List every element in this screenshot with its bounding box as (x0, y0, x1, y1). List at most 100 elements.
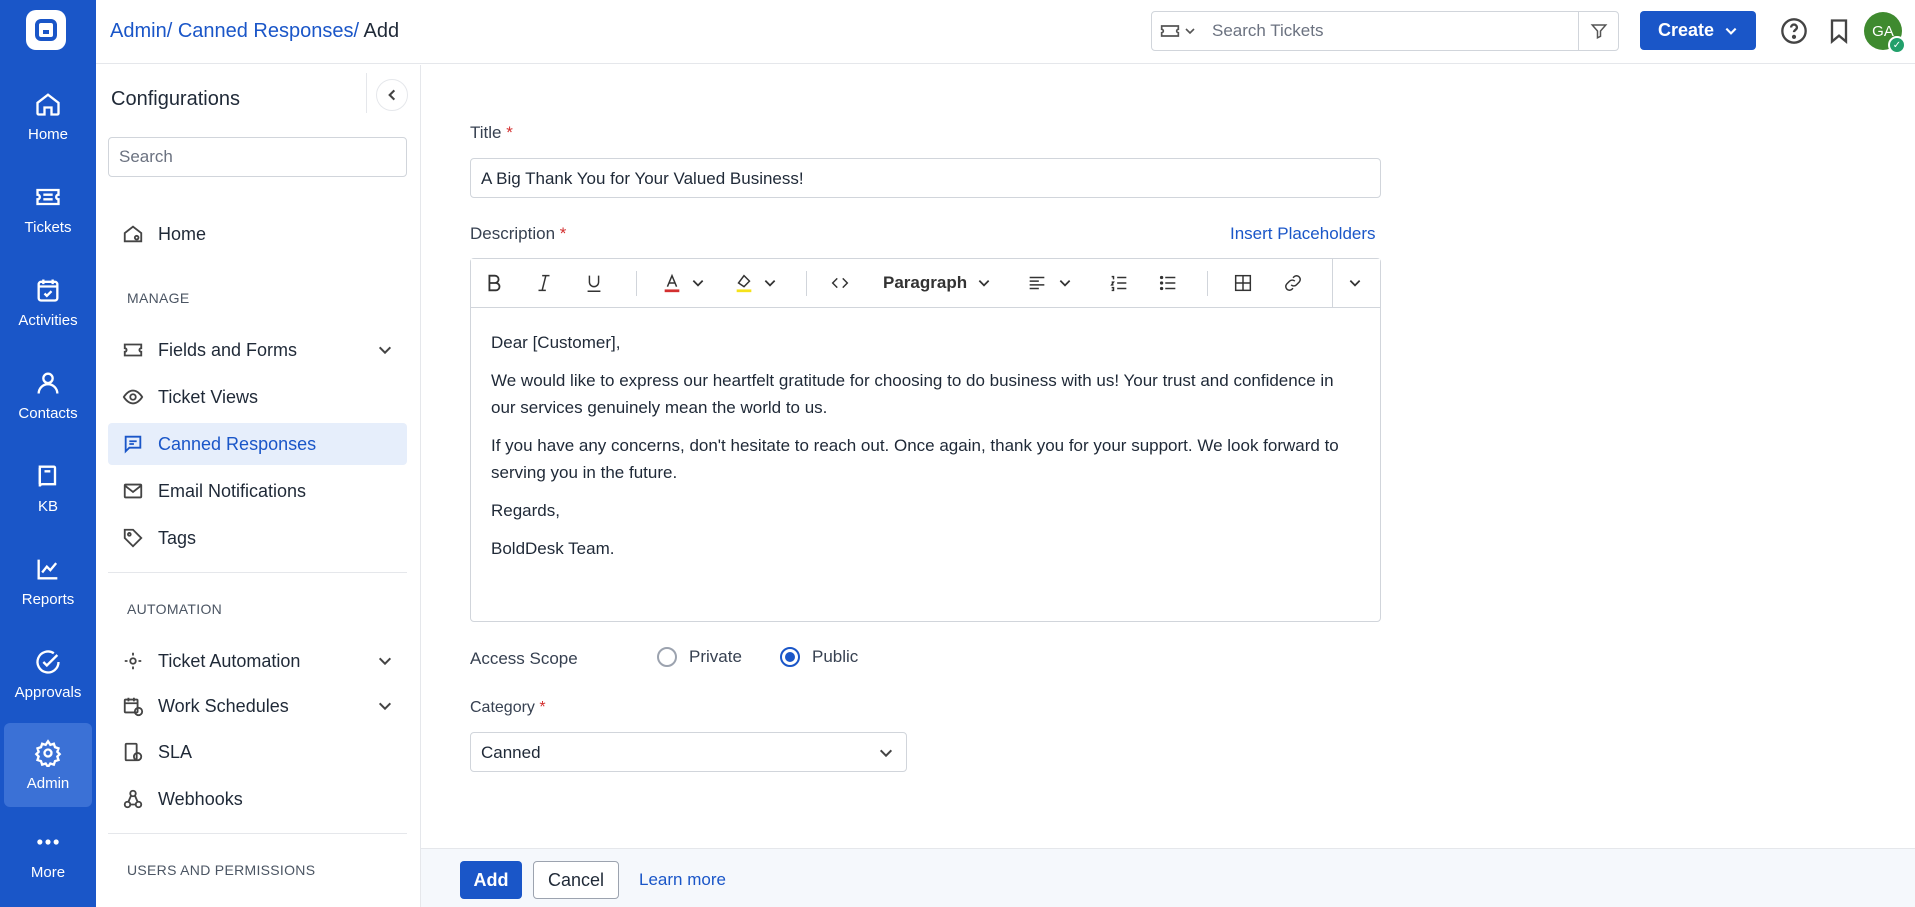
config-search-input[interactable]: Search (108, 137, 407, 177)
divider (636, 271, 637, 296)
chevron-down-icon (764, 280, 776, 287)
ticket-search: Search Tickets (1151, 11, 1619, 51)
learn-more-link[interactable]: Learn more (639, 870, 726, 890)
ticket-icon (36, 188, 60, 205)
sidebar-item-webhooks[interactable]: Webhooks (108, 778, 407, 820)
public-radio[interactable] (780, 647, 800, 667)
sidebar-item-label: Home (158, 223, 207, 244)
code-icon (831, 277, 849, 289)
sidebar-item-label: Tags (158, 527, 197, 548)
divider (108, 572, 407, 573)
ordered-list-icon (1110, 275, 1127, 292)
sidebar-item-home[interactable]: Home (108, 213, 407, 255)
breadcrumb: Admin/ Canned Responses/ Add (110, 20, 399, 43)
rail-item-more[interactable]: More (4, 812, 92, 896)
category-select[interactable]: Canned (470, 732, 907, 772)
cancel-button[interactable]: Cancel (533, 861, 619, 899)
rail-item-kb[interactable]: KB (4, 446, 92, 530)
sidebar-item-label: Work Schedules (158, 695, 289, 716)
editor-content[interactable]: Dear [Customer], We would like to expres… (491, 329, 1361, 573)
rail-item-admin[interactable]: Admin (4, 723, 92, 807)
link-icon (1285, 275, 1301, 291)
canned-response-form: Title * A Big Thank You for Your Valued … (421, 65, 1915, 847)
rail-item-activities[interactable]: Activities (4, 260, 92, 344)
rail-item-contacts[interactable]: Contacts (4, 353, 92, 437)
avatar[interactable]: GA ✓ (1864, 12, 1906, 54)
sidebar-item-canned-responses[interactable]: Canned Responses (108, 423, 407, 465)
chevron-down-icon (879, 749, 893, 758)
sidebar-item-work-schedules[interactable]: Work Schedules (108, 685, 407, 727)
rail-label: Admin (26, 774, 70, 792)
rail-item-reports[interactable]: Reports (4, 539, 92, 623)
public-label: Public (812, 647, 859, 666)
underline-button[interactable] (583, 269, 605, 297)
ticket-form-icon (123, 343, 143, 357)
editor-toolbar: Paragraph (471, 259, 1380, 308)
breadcrumb-admin[interactable]: Admin/ (110, 20, 172, 42)
tag-icon (123, 528, 143, 548)
ordered-list-button[interactable] (1108, 269, 1130, 297)
category-label-text: Category (470, 699, 535, 716)
rail-item-approvals[interactable]: Approvals (4, 632, 92, 716)
sidebar-item-email-notifications[interactable]: Email Notifications (108, 470, 407, 512)
underline-icon (587, 275, 601, 292)
breadcrumb-canned-responses[interactable]: Canned Responses/ (178, 20, 359, 42)
rail-item-home[interactable]: Home (4, 74, 92, 158)
bold-button[interactable] (483, 269, 505, 297)
paragraph-format-dropdown[interactable]: Paragraph (883, 269, 991, 297)
access-private-option[interactable]: Private (657, 647, 742, 667)
insert-table-button[interactable] (1232, 269, 1254, 297)
code-view-button[interactable] (829, 269, 851, 297)
chevron-down-icon (1185, 28, 1195, 35)
align-left-icon (1029, 276, 1045, 290)
sidebar-item-label: Email Notifications (158, 480, 307, 501)
font-color-button[interactable] (661, 269, 705, 297)
filter-button[interactable] (1578, 12, 1618, 50)
left-rail: Home Tickets Activities Contacts KB Repo… (0, 0, 96, 907)
app-logo[interactable] (26, 10, 66, 50)
sidebar-item-sla[interactable]: SLA (108, 731, 407, 773)
sidebar-item-fields-forms[interactable]: Fields and Forms (108, 329, 407, 371)
sla-icon (124, 742, 143, 762)
section-automation: AUTOMATION (127, 601, 223, 617)
private-radio[interactable] (657, 647, 677, 667)
bookmark-icon[interactable] (1825, 17, 1853, 45)
sidebar-item-label: Ticket Views (158, 386, 259, 407)
insert-link-button[interactable] (1282, 269, 1304, 297)
message-icon (124, 435, 142, 454)
italic-button[interactable] (533, 269, 555, 297)
add-button[interactable]: Add (460, 861, 522, 899)
search-input[interactable]: Search Tickets (1204, 21, 1578, 41)
user-icon (37, 372, 59, 394)
editor-paragraph: Regards, (491, 501, 560, 520)
collapse-sidebar-button[interactable] (376, 79, 408, 111)
sidebar-item-label: Canned Responses (158, 433, 317, 454)
sidebar-item-ticket-automation[interactable]: Ticket Automation (108, 640, 407, 682)
sidebar-item-tags[interactable]: Tags (108, 517, 407, 559)
access-scope-label: Access Scope (470, 649, 578, 668)
sidebar-item-label: Webhooks (158, 788, 243, 809)
book-icon (38, 465, 57, 487)
rail-label: Contacts (18, 404, 78, 422)
description-label: Description * (470, 224, 566, 244)
bullet-list-button[interactable] (1157, 269, 1179, 297)
insert-placeholders-link[interactable]: Insert Placeholders (1230, 224, 1376, 244)
top-bar: Admin/ Canned Responses/ Add Search Tick… (96, 0, 1915, 64)
alignment-dropdown[interactable] (1026, 269, 1072, 297)
section-users-permissions: USERS AND PERMISSIONS (127, 862, 316, 878)
search-type-dropdown[interactable] (1152, 12, 1204, 50)
title-input[interactable]: A Big Thank You for Your Valued Business… (470, 158, 1381, 198)
highlight-icon (736, 274, 752, 293)
access-public-option[interactable]: Public (780, 647, 858, 667)
sidebar-item-ticket-views[interactable]: Ticket Views (108, 376, 407, 418)
highlight-color-button[interactable] (733, 269, 777, 297)
chevron-down-icon (1725, 27, 1737, 35)
rail-item-tickets[interactable]: Tickets (4, 167, 92, 251)
editor-paragraph: Dear [Customer], (491, 333, 621, 352)
more-toolbar-button[interactable] (1348, 269, 1362, 297)
rail-label: KB (37, 497, 58, 515)
paragraph-format-label: Paragraph (883, 273, 968, 292)
chevron-down-icon (1349, 280, 1361, 287)
create-button[interactable]: Create (1640, 11, 1756, 50)
help-icon[interactable] (1780, 17, 1808, 45)
